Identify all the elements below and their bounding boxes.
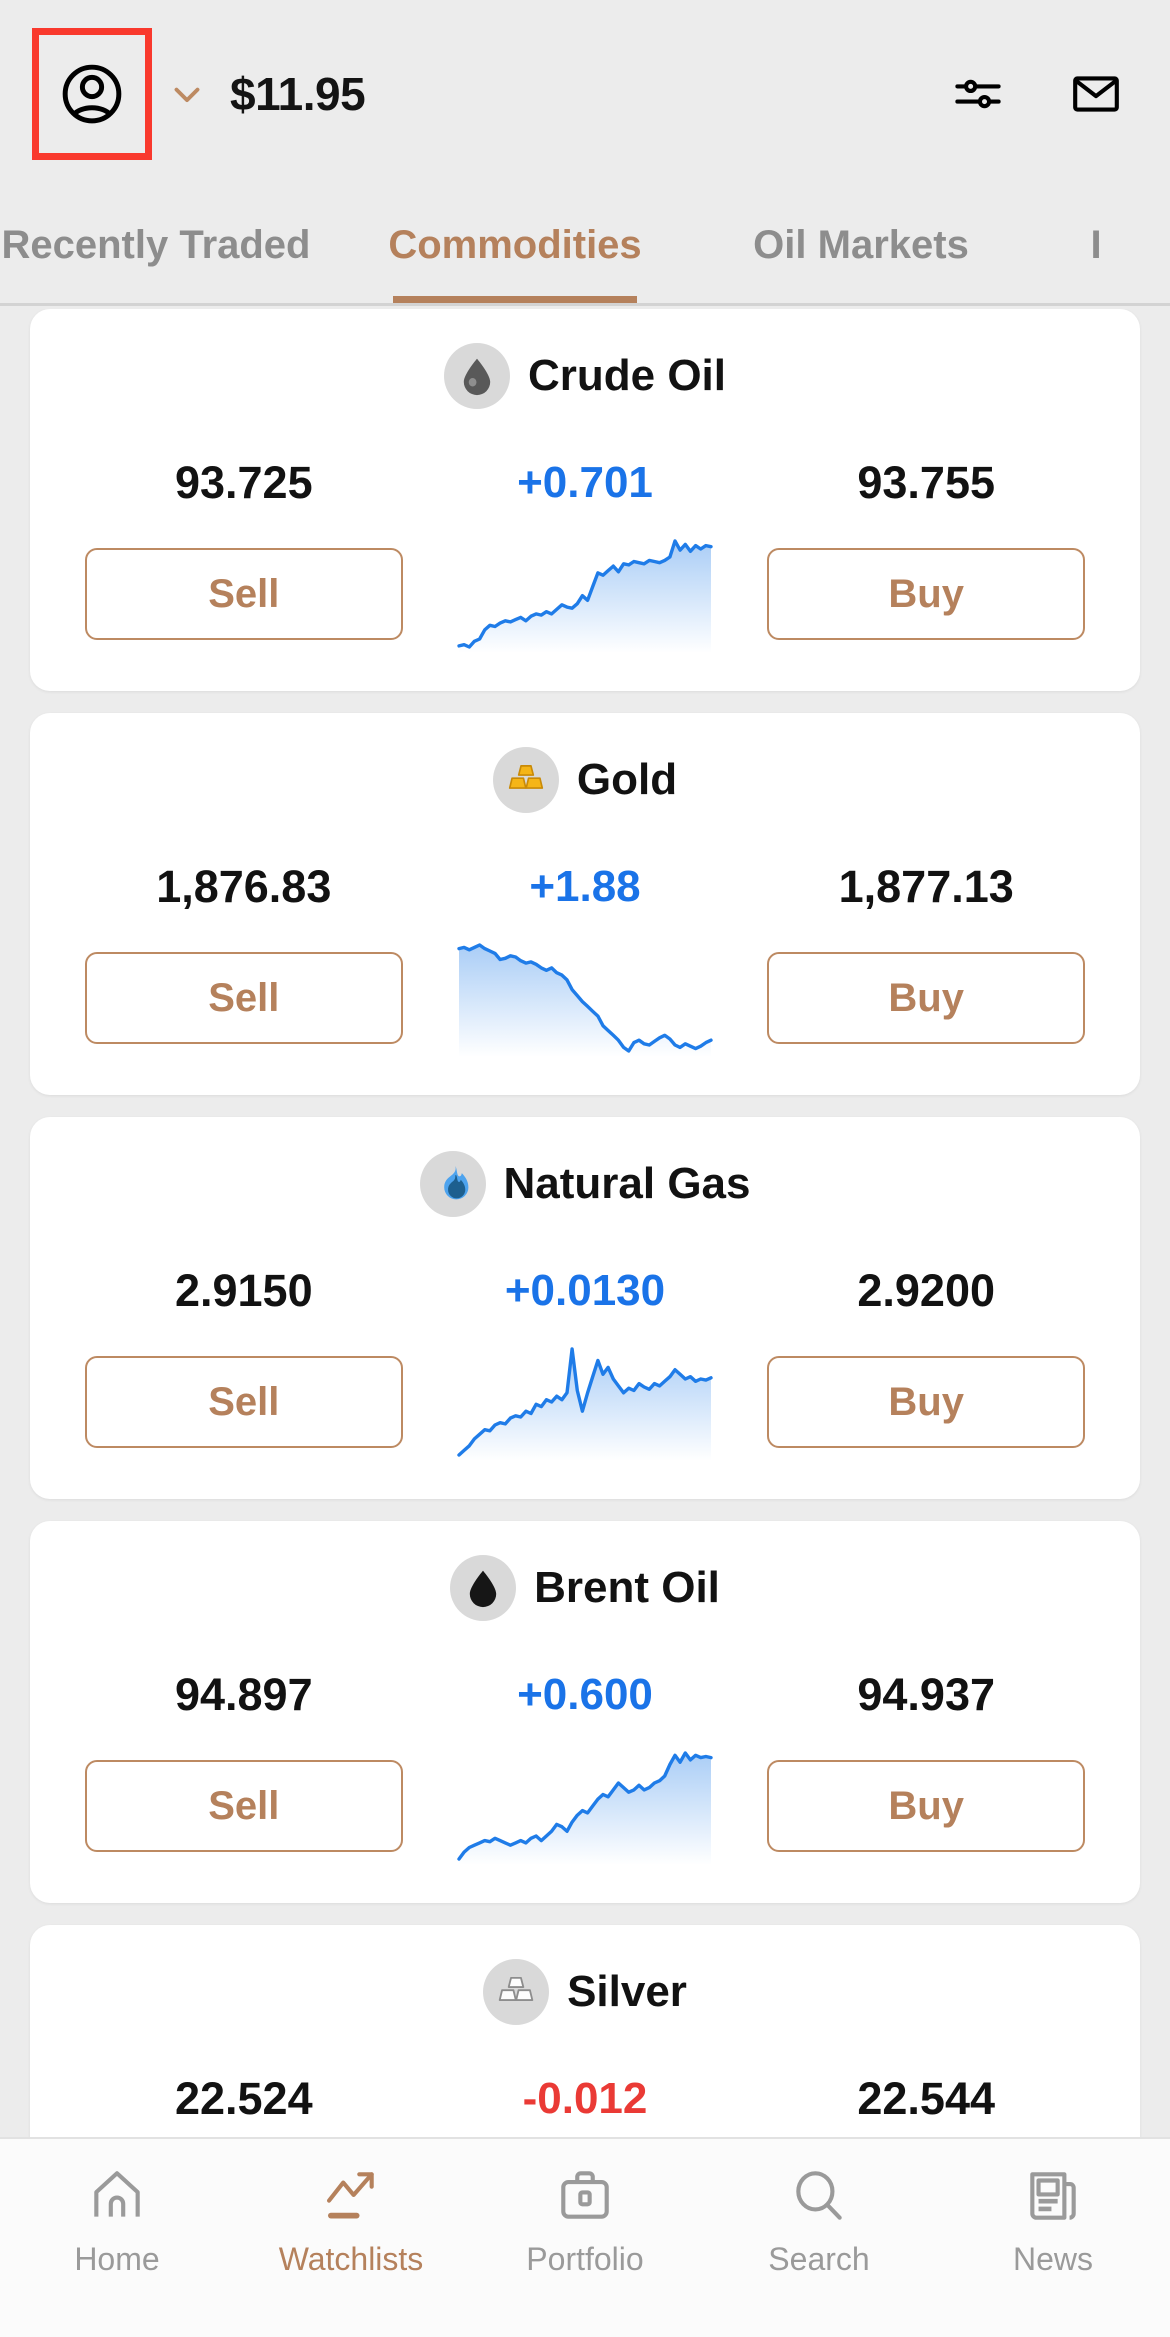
nav-item-news[interactable]: News bbox=[936, 2165, 1170, 2278]
nav-item-home[interactable]: Home bbox=[0, 2165, 234, 2278]
sell-price: 94.897 bbox=[174, 1669, 313, 1720]
buy-button[interactable]: Buy bbox=[767, 548, 1086, 640]
nav-label-news: News bbox=[1012, 2241, 1093, 2277]
sell-price: 2.9150 bbox=[174, 1265, 313, 1316]
app-screen: $11.95 Recently Traded Commodities Oil M… bbox=[0, 0, 1170, 2337]
briefcase-icon bbox=[561, 2171, 609, 2219]
action-row: Sell Buy bbox=[68, 1747, 1102, 1865]
price-change: +0.701 bbox=[517, 458, 653, 507]
buy-price: 22.544 bbox=[857, 2073, 996, 2124]
instrument-name: Silver bbox=[567, 1967, 687, 2016]
instrument-name: Gold bbox=[576, 755, 678, 804]
instrument-card[interactable]: Gold 1,876.83 +1.88 1,877.13 Sell Buy bbox=[30, 713, 1140, 1095]
buy-price: 2.9200 bbox=[857, 1265, 996, 1316]
quote-row: 22.524 -0.012 22.544 bbox=[68, 2073, 1102, 2125]
price-sparkline-chart[interactable] bbox=[420, 1747, 751, 1865]
tab-recently-traded[interactable]: Recently Traded bbox=[0, 188, 334, 303]
sell-price: 1,876.83 bbox=[156, 861, 332, 912]
action-row: Sell Buy bbox=[68, 939, 1102, 1057]
instrument-card[interactable]: Crude Oil 93.725 +0.701 93.755 Sell Buy bbox=[30, 309, 1140, 691]
instrument-card-list[interactable]: Crude Oil 93.725 +0.701 93.755 Sell Buy Gold 1,… bbox=[0, 309, 1170, 2337]
flame-icon bbox=[419, 1151, 486, 1217]
gold-bars-icon bbox=[492, 747, 559, 813]
price-change: +0.0130 bbox=[504, 1266, 666, 1315]
quote-row: 2.9150 +0.0130 2.9200 bbox=[68, 1265, 1102, 1317]
buy-button[interactable]: Buy bbox=[767, 1356, 1086, 1448]
search-icon bbox=[796, 2171, 842, 2220]
account-avatar-button[interactable] bbox=[32, 28, 152, 160]
price-sparkline-chart[interactable] bbox=[420, 1343, 751, 1461]
sell-price: 22.524 bbox=[174, 2073, 313, 2124]
mail-envelope-icon[interactable] bbox=[1070, 68, 1122, 120]
newspaper-icon bbox=[1030, 2172, 1076, 2220]
account-balance: $11.95 bbox=[230, 68, 366, 120]
nav-item-watchlists[interactable]: Watchlists bbox=[234, 2165, 468, 2278]
tab-commodities[interactable]: Commodities bbox=[334, 188, 696, 303]
oil-drop-icon bbox=[443, 343, 510, 409]
price-change: -0.012 bbox=[522, 2074, 648, 2123]
bottom-navigation[interactable]: Home Watchlists Portfolio Search News bbox=[0, 2137, 1170, 2337]
instrument-name: Crude Oil bbox=[527, 351, 727, 400]
silver-bars-icon bbox=[483, 1959, 550, 2025]
buy-button[interactable]: Buy bbox=[767, 952, 1086, 1044]
annotation-highlight-box bbox=[32, 28, 152, 160]
header-actions bbox=[952, 68, 1122, 120]
nav-label-portfolio: Portfolio bbox=[526, 2241, 644, 2277]
app-header: $11.95 bbox=[0, 0, 1170, 188]
price-change: +0.600 bbox=[517, 1670, 653, 1719]
price-sparkline-chart[interactable] bbox=[420, 535, 751, 653]
tab-oil-markets[interactable]: Oil Markets bbox=[696, 188, 1026, 303]
trending-up-icon bbox=[326, 2172, 374, 2219]
action-row: Sell Buy bbox=[68, 1343, 1102, 1461]
sell-button[interactable]: Sell bbox=[84, 1356, 403, 1448]
sell-button[interactable]: Sell bbox=[84, 548, 403, 640]
nav-item-portfolio[interactable]: Portfolio bbox=[468, 2165, 702, 2278]
buy-button[interactable]: Buy bbox=[767, 1760, 1086, 1852]
instrument-header: Gold bbox=[68, 747, 1102, 813]
buy-price: 94.937 bbox=[857, 1669, 996, 1720]
instrument-header: Crude Oil bbox=[68, 343, 1102, 409]
category-tabbar[interactable]: Recently Traded Commodities Oil Markets … bbox=[0, 188, 1170, 306]
oil-drop-dark-icon bbox=[450, 1555, 517, 1621]
quote-row: 93.725 +0.701 93.755 bbox=[68, 457, 1102, 509]
chevron-down-icon[interactable] bbox=[166, 73, 208, 115]
quote-row: 1,876.83 +1.88 1,877.13 bbox=[68, 861, 1102, 913]
instrument-card[interactable]: Natural Gas 2.9150 +0.0130 2.9200 Sell Buy bbox=[30, 1117, 1140, 1499]
tab-next-partial[interactable]: I bbox=[1026, 188, 1166, 303]
price-sparkline-chart[interactable] bbox=[420, 939, 751, 1057]
price-change: +1.88 bbox=[529, 862, 641, 911]
instrument-name: Natural Gas bbox=[503, 1159, 751, 1208]
instrument-name: Brent Oil bbox=[534, 1563, 720, 1612]
sell-price: 93.725 bbox=[174, 457, 313, 508]
sliders-settings-icon[interactable] bbox=[952, 68, 1004, 120]
buy-price: 93.755 bbox=[857, 457, 996, 508]
instrument-card[interactable]: Brent Oil 94.897 +0.600 94.937 Sell Buy bbox=[30, 1521, 1140, 1903]
nav-label-home: Home bbox=[74, 2241, 160, 2277]
instrument-header: Silver bbox=[68, 1959, 1102, 2025]
home-icon bbox=[94, 2171, 140, 2217]
buy-price: 1,877.13 bbox=[838, 861, 1014, 912]
action-row: Sell Buy bbox=[68, 535, 1102, 653]
nav-label-watchlists: Watchlists bbox=[278, 2241, 424, 2277]
sell-button[interactable]: Sell bbox=[84, 952, 403, 1044]
instrument-header: Brent Oil bbox=[68, 1555, 1102, 1621]
instrument-header: Natural Gas bbox=[68, 1151, 1102, 1217]
sell-button[interactable]: Sell bbox=[84, 1760, 403, 1852]
nav-item-search[interactable]: Search bbox=[702, 2165, 936, 2278]
quote-row: 94.897 +0.600 94.937 bbox=[68, 1669, 1102, 1721]
nav-label-search: Search bbox=[768, 2241, 870, 2277]
